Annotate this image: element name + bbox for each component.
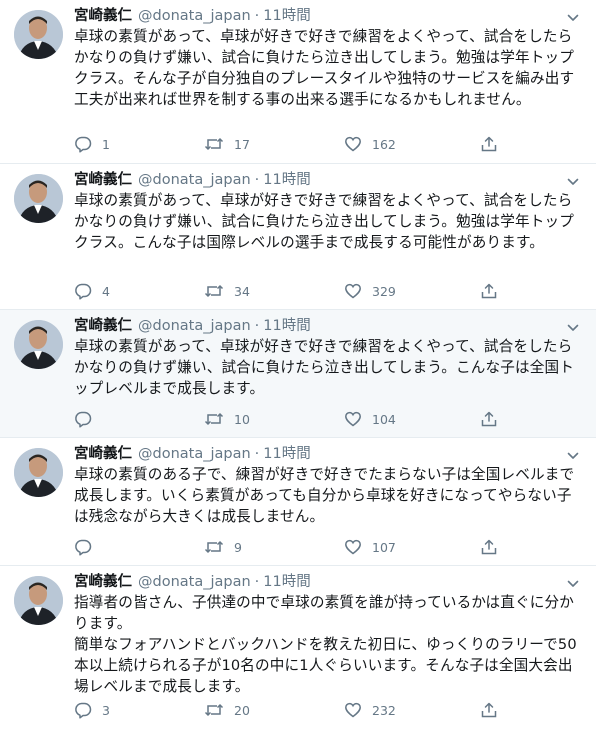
tweet-actions: 10 104 bbox=[74, 409, 514, 429]
tweet-text: 卓球の素質があって、卓球が好きで好きで練習をよくやって、試合をしたらかなりの負け… bbox=[74, 28, 575, 108]
like-count: 162 bbox=[372, 136, 396, 152]
retweet-button[interactable]: 9 bbox=[204, 537, 242, 557]
share-icon bbox=[481, 411, 497, 427]
separator-dot: · bbox=[254, 318, 260, 334]
retweet-count: 17 bbox=[234, 136, 250, 152]
like-button[interactable]: 162 bbox=[344, 134, 396, 154]
chevron-down-icon[interactable] bbox=[566, 175, 580, 189]
like-count: 232 bbox=[372, 702, 396, 718]
author-name[interactable]: 宮崎義仁 bbox=[74, 444, 132, 464]
like-count: 107 bbox=[372, 539, 396, 555]
timestamp[interactable]: 11時間 bbox=[263, 6, 310, 26]
timeline: 宮崎義仁 @donata_japan · 11時間 卓球の素質があって、卓球が好… bbox=[0, 0, 596, 730]
retweet-count: 9 bbox=[234, 539, 242, 555]
tweet[interactable]: 宮崎義仁 @donata_japan · 11時間 卓球の素質のある子で、練習が… bbox=[0, 438, 596, 566]
reply-icon bbox=[75, 411, 92, 428]
share-icon bbox=[481, 539, 497, 555]
reply-count: 3 bbox=[102, 702, 110, 718]
tweet-actions: 4 34 329 bbox=[74, 281, 514, 301]
tweet-text: 卓球の素質のある子で、練習が好きで好きでたまらない子は全国レベルまで成長します。… bbox=[74, 466, 575, 525]
heart-icon bbox=[345, 411, 361, 427]
tweet[interactable]: 宮崎義仁 @donata_japan · 11時間 卓球の素質があって、卓球が好… bbox=[0, 0, 596, 164]
separator-dot: · bbox=[254, 8, 260, 24]
retweet-icon bbox=[204, 284, 224, 298]
author-name[interactable]: 宮崎義仁 bbox=[74, 170, 132, 190]
timestamp[interactable]: 11時間 bbox=[263, 572, 310, 592]
tweet-actions: 1 17 162 bbox=[74, 134, 514, 154]
avatar[interactable] bbox=[14, 320, 63, 369]
tweet-actions: 3 20 232 bbox=[74, 700, 514, 720]
retweet-count: 10 bbox=[234, 411, 250, 427]
chevron-down-icon[interactable] bbox=[566, 577, 580, 591]
retweet-button[interactable]: 20 bbox=[204, 700, 250, 720]
tweet-actions: 9 107 bbox=[74, 537, 514, 557]
share-button[interactable] bbox=[480, 134, 498, 154]
share-icon bbox=[481, 136, 497, 152]
heart-icon bbox=[345, 539, 361, 555]
tweet-text: 卓球の素質があって、卓球が好きで好きで練習をよくやって、試合をしたらかなりの負け… bbox=[74, 338, 574, 397]
reply-count: 1 bbox=[102, 136, 110, 152]
author-handle[interactable]: @donata_japan bbox=[138, 316, 251, 336]
retweet-icon bbox=[204, 540, 224, 554]
retweet-button[interactable]: 34 bbox=[204, 281, 250, 301]
reply-icon bbox=[75, 702, 92, 719]
tweet-text: 卓球の素質があって、卓球が好きで好きで練習をよくやって、試合をしたらかなりの負け… bbox=[74, 192, 574, 251]
reply-button[interactable] bbox=[74, 537, 102, 557]
avatar[interactable] bbox=[14, 448, 63, 497]
author-handle[interactable]: @donata_japan bbox=[138, 572, 251, 592]
share-icon bbox=[481, 702, 497, 718]
like-button[interactable]: 104 bbox=[344, 409, 396, 429]
like-button[interactable]: 232 bbox=[344, 700, 396, 720]
author-handle[interactable]: @donata_japan bbox=[138, 444, 251, 464]
reply-count: 4 bbox=[102, 283, 110, 299]
avatar[interactable] bbox=[14, 10, 63, 59]
timestamp[interactable]: 11時間 bbox=[263, 316, 310, 336]
like-count: 329 bbox=[372, 283, 396, 299]
author-name[interactable]: 宮崎義仁 bbox=[74, 316, 132, 336]
separator-dot: · bbox=[254, 172, 260, 188]
retweet-count: 20 bbox=[234, 702, 250, 718]
timestamp[interactable]: 11時間 bbox=[263, 170, 310, 190]
heart-icon bbox=[345, 283, 361, 299]
author-handle[interactable]: @donata_japan bbox=[138, 6, 251, 26]
separator-dot: · bbox=[254, 574, 260, 590]
like-count: 104 bbox=[372, 411, 396, 427]
heart-icon bbox=[345, 136, 361, 152]
tweet[interactable]: 宮崎義仁 @donata_japan · 11時間 卓球の素質があって、卓球が好… bbox=[0, 164, 596, 310]
chevron-down-icon[interactable] bbox=[566, 11, 580, 25]
share-icon bbox=[481, 283, 497, 299]
share-button[interactable] bbox=[480, 409, 498, 429]
reply-button[interactable] bbox=[74, 409, 102, 429]
chevron-down-icon[interactable] bbox=[566, 321, 580, 335]
share-button[interactable] bbox=[480, 537, 498, 557]
reply-icon bbox=[75, 283, 92, 300]
avatar[interactable] bbox=[14, 174, 63, 223]
timestamp[interactable]: 11時間 bbox=[263, 444, 310, 464]
retweet-count: 34 bbox=[234, 283, 250, 299]
tweet[interactable]: 宮崎義仁 @donata_japan · 11時間 卓球の素質があって、卓球が好… bbox=[0, 310, 596, 438]
retweet-button[interactable]: 10 bbox=[204, 409, 250, 429]
like-button[interactable]: 329 bbox=[344, 281, 396, 301]
share-button[interactable] bbox=[480, 281, 498, 301]
tweet-text: 指導者の皆さん、子供達の中で卓球の素質を誰が持っているかは直ぐに分かります。 簡… bbox=[74, 594, 577, 695]
reply-button[interactable]: 3 bbox=[74, 700, 110, 720]
author-name[interactable]: 宮崎義仁 bbox=[74, 6, 132, 26]
retweet-button[interactable]: 17 bbox=[204, 134, 250, 154]
reply-icon bbox=[75, 539, 92, 556]
like-button[interactable]: 107 bbox=[344, 537, 396, 557]
retweet-icon bbox=[204, 412, 224, 426]
author-handle[interactable]: @donata_japan bbox=[138, 170, 251, 190]
avatar[interactable] bbox=[14, 576, 63, 625]
chevron-down-icon[interactable] bbox=[566, 449, 580, 463]
reply-button[interactable]: 4 bbox=[74, 281, 110, 301]
tweet[interactable]: 宮崎義仁 @donata_japan · 11時間 指導者の皆さん、子供達の中で… bbox=[0, 566, 596, 730]
reply-icon bbox=[75, 136, 92, 153]
share-button[interactable] bbox=[480, 700, 498, 720]
author-name[interactable]: 宮崎義仁 bbox=[74, 572, 132, 592]
reply-button[interactable]: 1 bbox=[74, 134, 110, 154]
separator-dot: · bbox=[254, 446, 260, 462]
heart-icon bbox=[345, 702, 361, 718]
retweet-icon bbox=[204, 137, 224, 151]
retweet-icon bbox=[204, 703, 224, 717]
